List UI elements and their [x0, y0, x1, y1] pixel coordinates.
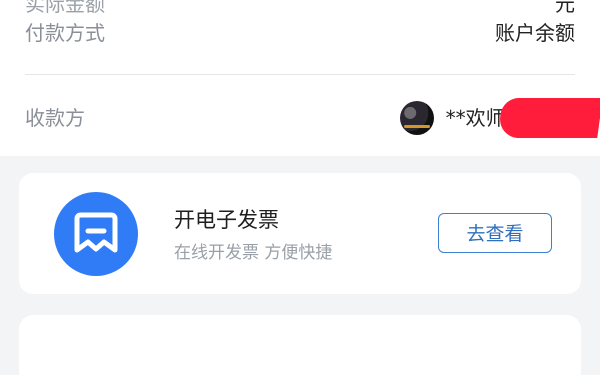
redaction-mark: [497, 98, 600, 138]
divider: [25, 74, 575, 75]
invoice-title: 开电子发票: [174, 208, 279, 232]
view-invoice-button[interactable]: 去查看: [438, 213, 552, 253]
payment-method-value: 账户余额: [495, 21, 575, 45]
next-card: [19, 315, 581, 375]
invoice-subtitle: 在线开发票 方便快捷: [174, 243, 333, 263]
avatar: [399, 101, 434, 135]
payment-method-label: 付款方式: [25, 21, 105, 45]
invoice-card[interactable]: 开电子发票 在线开发票 方便快捷 去查看: [19, 173, 581, 294]
payment-method-row: 付款方式 账户余额: [25, 18, 575, 48]
partially-visible-amount-row: 实际金额 元: [25, 0, 575, 16]
amount-value: 元: [555, 0, 575, 16]
amount-label: 实际金额: [25, 0, 105, 16]
payee-label: 收款方: [25, 106, 85, 130]
receipt-icon: [54, 192, 138, 276]
payee-row: 收款方 **欢师傅 浙FF: [25, 101, 575, 135]
